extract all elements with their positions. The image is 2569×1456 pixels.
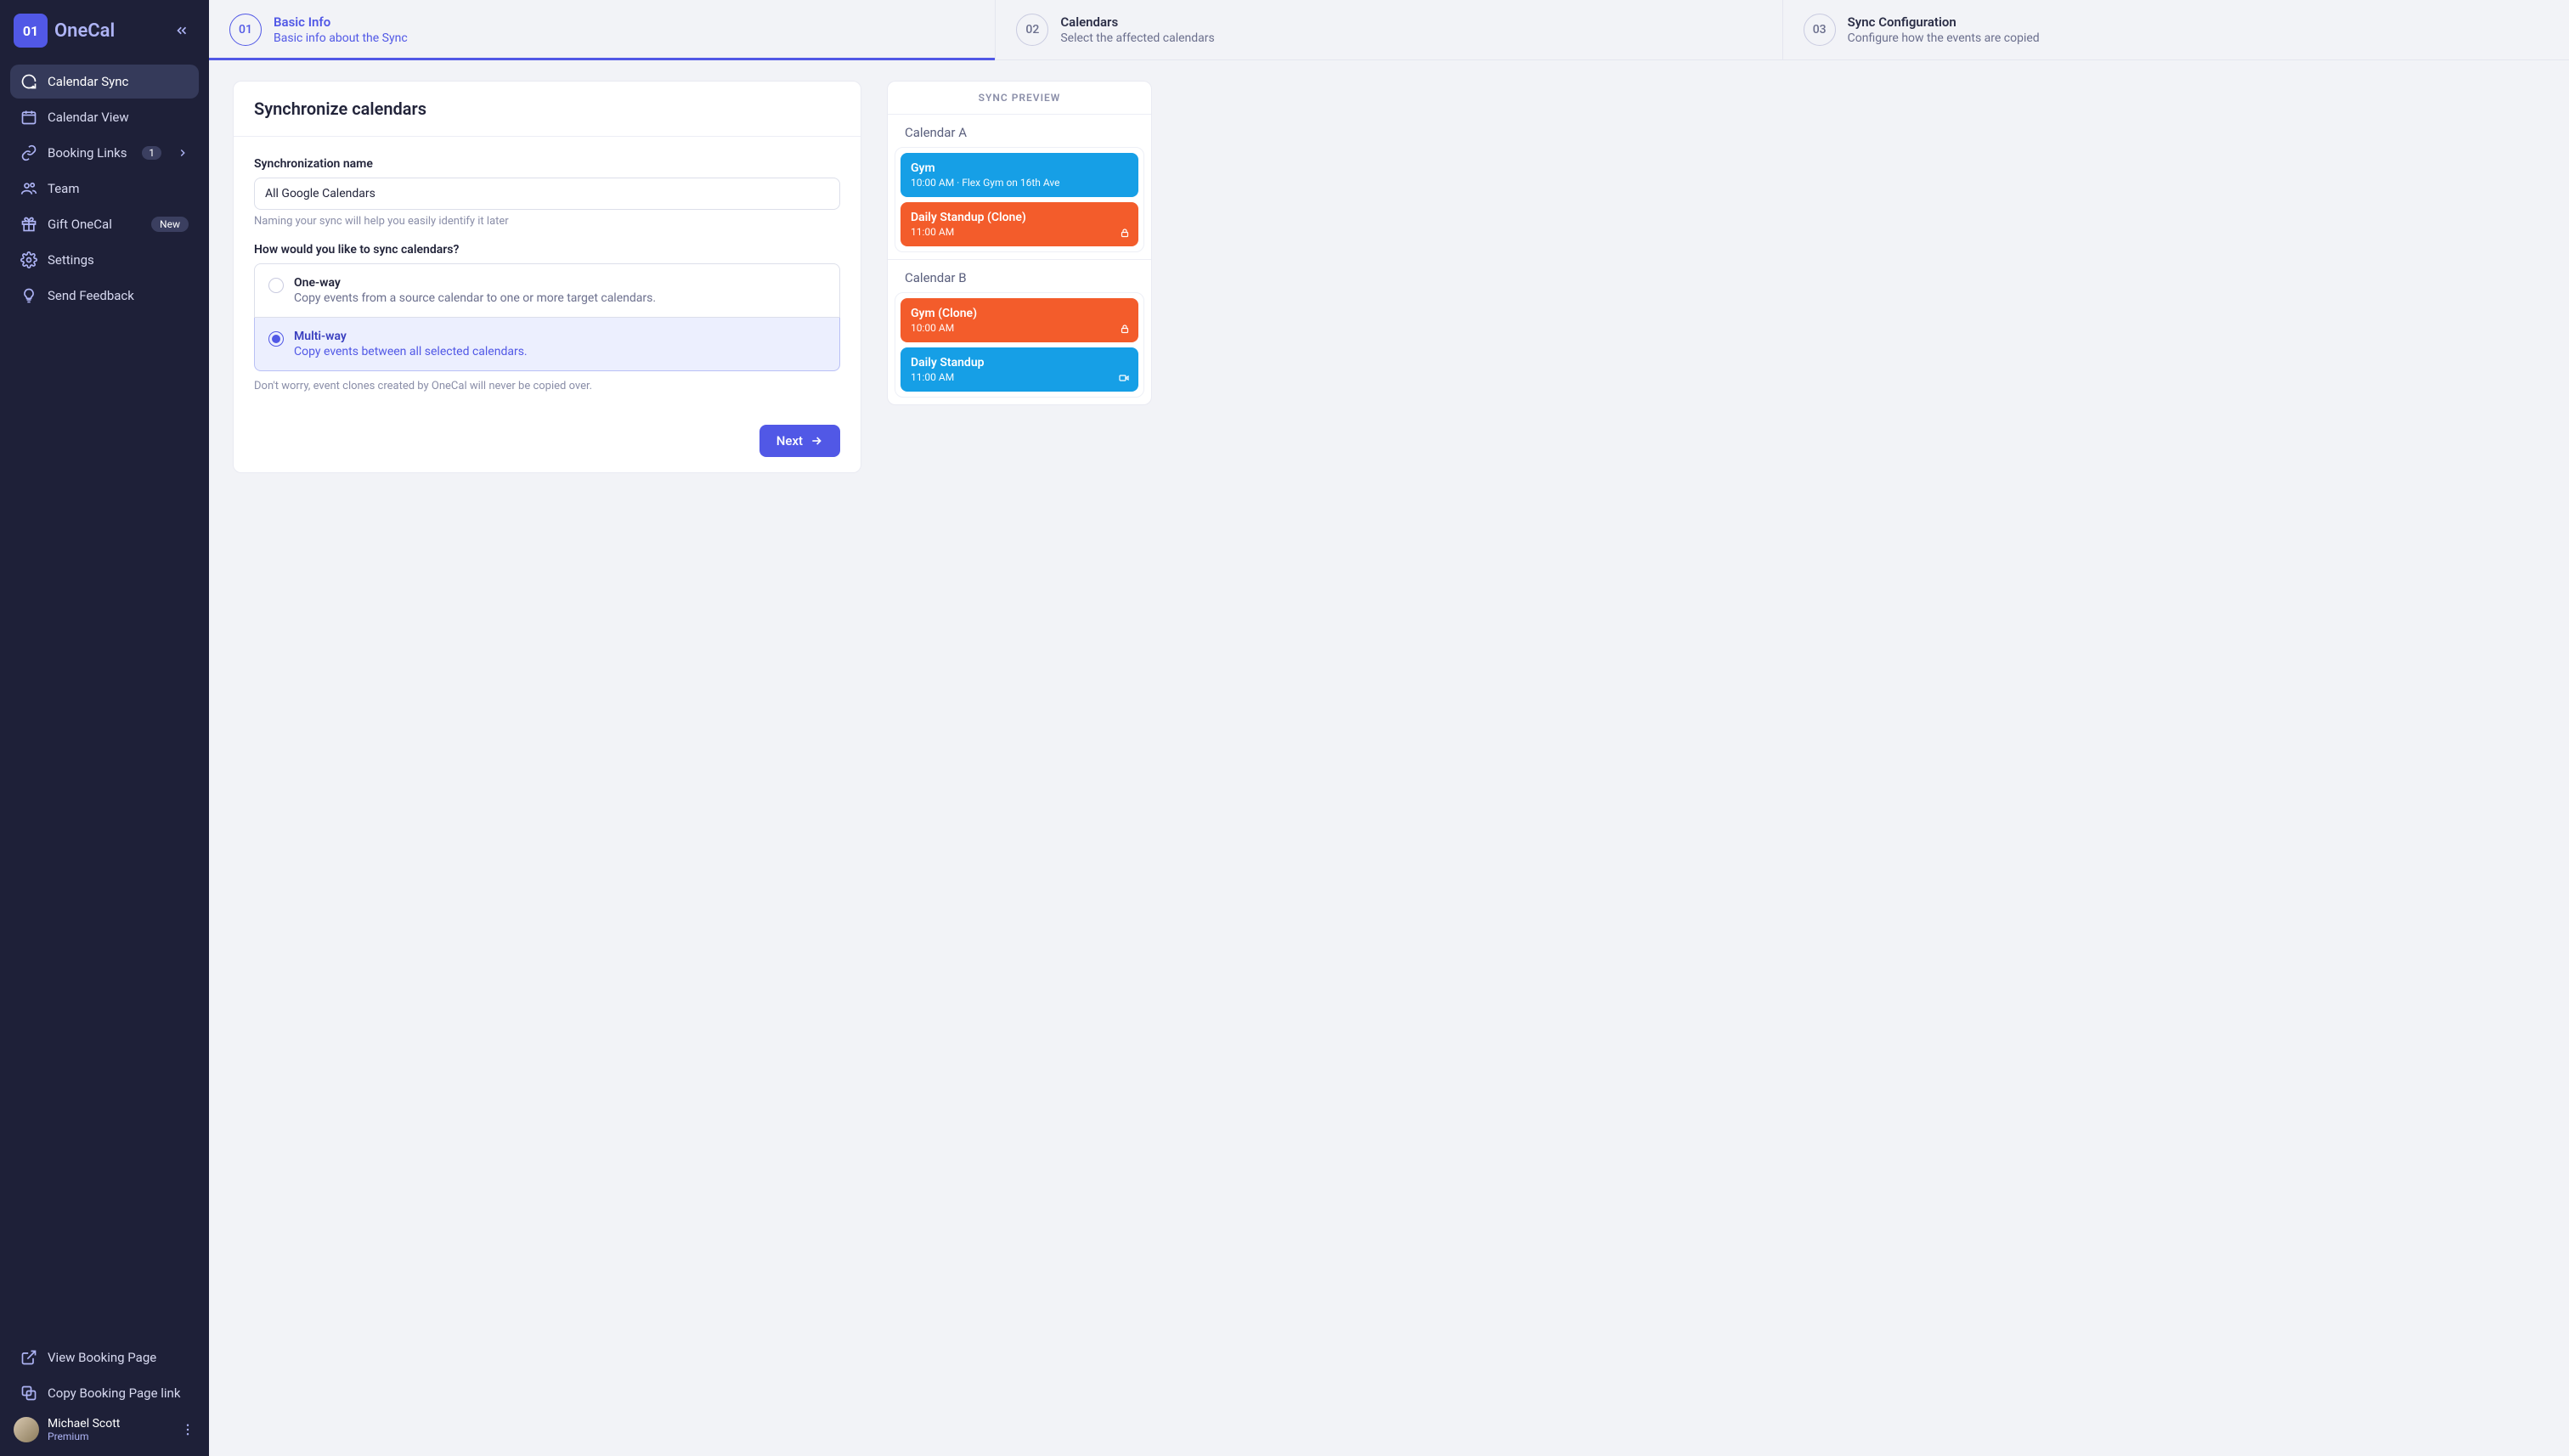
step-subtitle: Configure how the events are copied bbox=[1848, 31, 2040, 45]
user-menu-button[interactable] bbox=[180, 1422, 195, 1437]
brand-logo[interactable]: 01 OneCal bbox=[14, 14, 115, 48]
event-subtitle: 11:00 AM bbox=[911, 226, 1128, 238]
sidebar-item-label: Copy Booking Page link bbox=[48, 1385, 180, 1401]
sidebar-item-label: Settings bbox=[48, 252, 94, 268]
booking-links-count-badge: 1 bbox=[142, 146, 161, 160]
radio-title: Multi-way bbox=[294, 330, 528, 343]
sidebar-item-team[interactable]: Team bbox=[10, 172, 199, 206]
step-number: 02 bbox=[1016, 14, 1048, 46]
sidebar-item-view-booking-page[interactable]: View Booking Page bbox=[10, 1340, 199, 1374]
sync-name-help: Naming your sync will help you easily id… bbox=[254, 215, 840, 228]
step-number: 03 bbox=[1804, 14, 1836, 46]
preview-event: Daily Standup (Clone) 11:00 AM bbox=[901, 202, 1138, 246]
sidebar-item-gift[interactable]: Gift OneCal New bbox=[10, 207, 199, 241]
sidebar-item-feedback[interactable]: Send Feedback bbox=[10, 279, 199, 313]
sidebar-item-label: Calendar Sync bbox=[48, 74, 128, 89]
brand-badge: 01 bbox=[14, 14, 48, 48]
external-link-icon bbox=[20, 1349, 37, 1366]
lightbulb-icon bbox=[20, 287, 37, 304]
preview-title: SYNC PREVIEW bbox=[888, 82, 1151, 115]
step-subtitle: Select the affected calendars bbox=[1060, 31, 1214, 45]
radio-multi-way[interactable]: Multi-way Copy events between all select… bbox=[254, 318, 840, 371]
lock-icon bbox=[1120, 324, 1130, 334]
calendar-b-title: Calendar B bbox=[888, 259, 1151, 292]
event-subtitle: 10:00 AM · Flex Gym on 16th Ave bbox=[911, 177, 1128, 189]
event-title: Daily Standup (Clone) bbox=[911, 211, 1128, 224]
event-subtitle: 10:00 AM bbox=[911, 322, 1128, 334]
sidebar-item-label: View Booking Page bbox=[48, 1350, 156, 1365]
calendar-icon bbox=[20, 109, 37, 126]
calendar-b-block: Gym (Clone) 10:00 AM Daily Standup 11:00… bbox=[895, 292, 1144, 398]
gift-icon bbox=[20, 216, 37, 233]
radio-subtitle: Copy events from a source calendar to on… bbox=[294, 291, 656, 305]
step-basic-info[interactable]: 01 Basic Info Basic info about the Sync bbox=[209, 0, 996, 59]
primary-nav: Calendar Sync Calendar View Booking Link… bbox=[10, 65, 199, 313]
kebab-icon bbox=[180, 1422, 195, 1437]
sync-method-note: Don't worry, event clones created by One… bbox=[254, 380, 840, 392]
step-title: Basic Info bbox=[274, 14, 408, 30]
team-icon bbox=[20, 180, 37, 197]
sidebar-item-label: Booking Links bbox=[48, 145, 127, 161]
event-subtitle: 11:00 AM bbox=[911, 371, 1128, 383]
sidebar-item-settings[interactable]: Settings bbox=[10, 243, 199, 277]
sync-form-card: Synchronize calendars Synchronization na… bbox=[233, 81, 861, 473]
stepper: 01 Basic Info Basic info about the Sync … bbox=[209, 0, 2569, 60]
user-profile[interactable]: Michael Scott Premium bbox=[10, 1410, 199, 1446]
sync-icon bbox=[20, 73, 37, 90]
event-title: Gym bbox=[911, 161, 1128, 175]
sidebar-item-label: Send Feedback bbox=[48, 288, 134, 303]
collapse-sidebar-button[interactable] bbox=[168, 17, 195, 44]
chevron-right-icon bbox=[177, 147, 189, 159]
link-icon bbox=[20, 144, 37, 161]
radio-title: One-way bbox=[294, 276, 656, 290]
step-subtitle: Basic info about the Sync bbox=[274, 31, 408, 45]
arrow-right-icon bbox=[810, 434, 823, 448]
brand-name: OneCal bbox=[54, 20, 115, 42]
sync-preview-card: SYNC PREVIEW Calendar A Gym 10:00 AM · F… bbox=[887, 81, 1152, 405]
event-title: Gym (Clone) bbox=[911, 307, 1128, 320]
next-button[interactable]: Next bbox=[759, 425, 840, 457]
gear-icon bbox=[20, 251, 37, 268]
next-button-label: Next bbox=[776, 433, 803, 449]
radio-subtitle: Copy events between all selected calenda… bbox=[294, 345, 528, 358]
chevrons-left-icon bbox=[174, 23, 189, 38]
new-badge: New bbox=[151, 217, 189, 232]
step-title: Calendars bbox=[1060, 14, 1214, 30]
preview-event: Daily Standup 11:00 AM bbox=[901, 347, 1138, 392]
event-title: Daily Standup bbox=[911, 356, 1128, 370]
sidebar-item-copy-booking-link[interactable]: Copy Booking Page link bbox=[10, 1376, 199, 1410]
preview-event: Gym (Clone) 10:00 AM bbox=[901, 298, 1138, 342]
calendar-a-title: Calendar A bbox=[888, 115, 1151, 147]
sidebar-item-calendar-view[interactable]: Calendar View bbox=[10, 100, 199, 134]
main-content: 01 Basic Info Basic info about the Sync … bbox=[209, 0, 2569, 1456]
form-heading: Synchronize calendars bbox=[234, 82, 861, 137]
step-title: Sync Configuration bbox=[1848, 14, 2040, 30]
preview-event: Gym 10:00 AM · Flex Gym on 16th Ave bbox=[901, 153, 1138, 197]
video-icon bbox=[1118, 373, 1130, 383]
sync-method-label: How would you like to sync calendars? bbox=[254, 243, 840, 257]
step-number: 01 bbox=[229, 14, 262, 46]
sidebar-item-label: Team bbox=[48, 181, 80, 196]
sidebar-item-booking-links[interactable]: Booking Links 1 bbox=[10, 136, 199, 170]
sidebar-item-label: Calendar View bbox=[48, 110, 129, 125]
sidebar: 01 OneCal Calendar Sync Calendar Vie bbox=[0, 0, 209, 1456]
sync-name-label: Synchronization name bbox=[254, 157, 840, 171]
user-name: Michael Scott bbox=[48, 1417, 120, 1431]
step-sync-configuration[interactable]: 03 Sync Configuration Configure how the … bbox=[1783, 0, 2569, 59]
radio-one-way[interactable]: One-way Copy events from a source calend… bbox=[254, 263, 840, 318]
lock-icon bbox=[1120, 228, 1130, 238]
radio-icon bbox=[268, 278, 284, 293]
sidebar-item-label: Gift OneCal bbox=[48, 217, 112, 232]
sidebar-item-calendar-sync[interactable]: Calendar Sync bbox=[10, 65, 199, 99]
user-plan: Premium bbox=[48, 1431, 120, 1442]
sync-name-input[interactable] bbox=[254, 178, 840, 210]
radio-icon bbox=[268, 331, 284, 347]
step-calendars[interactable]: 02 Calendars Select the affected calenda… bbox=[996, 0, 1782, 59]
calendar-a-block: Gym 10:00 AM · Flex Gym on 16th Ave Dail… bbox=[895, 147, 1144, 252]
avatar bbox=[14, 1417, 39, 1442]
copy-icon bbox=[20, 1385, 37, 1402]
